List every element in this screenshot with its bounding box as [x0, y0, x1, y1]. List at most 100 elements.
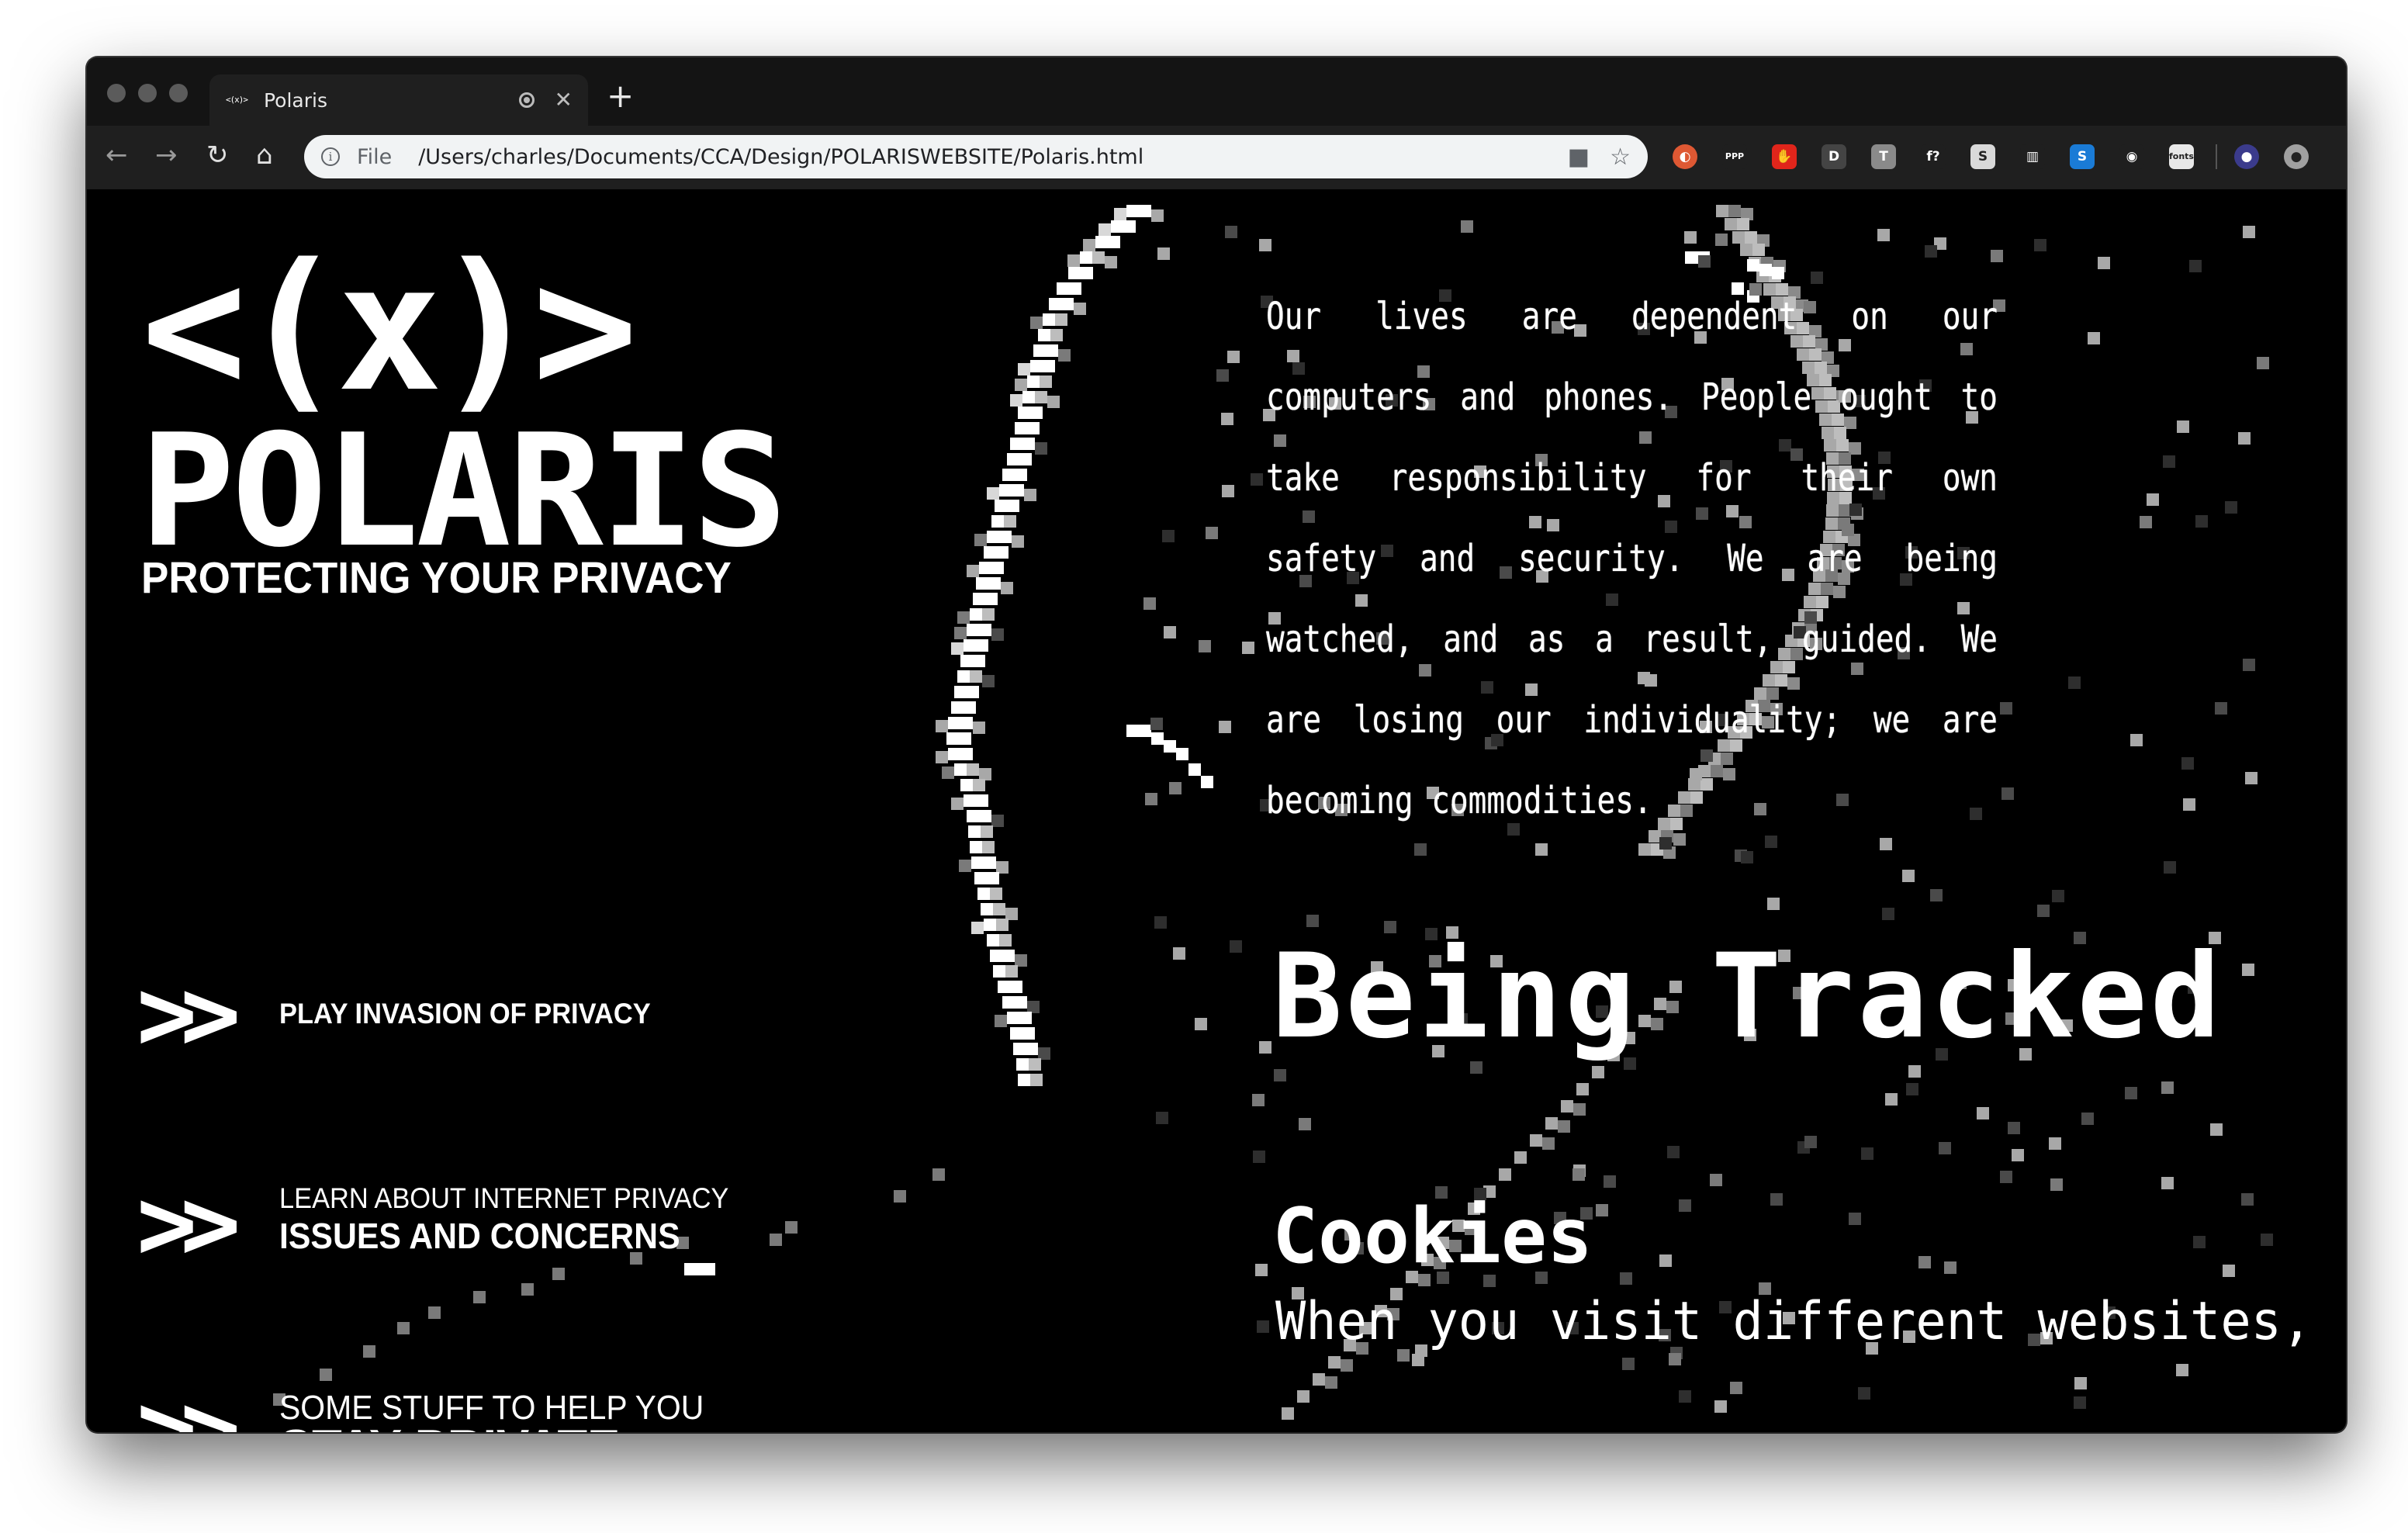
pixel-block	[991, 515, 1004, 528]
reload-icon[interactable]: ↻	[206, 140, 229, 171]
update-icon[interactable]: ●	[2284, 144, 2309, 169]
pixel-block	[1219, 721, 1231, 733]
font-finder-icon[interactable]: f?	[1921, 144, 1946, 169]
zoom-window-button[interactable]	[169, 84, 188, 102]
pixel-block	[1861, 1147, 1873, 1160]
pixel-block	[2193, 1236, 2206, 1248]
pixel-block	[1145, 793, 1157, 805]
pixel-block	[2241, 1193, 2254, 1206]
pixel-block	[982, 608, 995, 621]
s-blue-icon[interactable]: S	[2070, 144, 2095, 169]
pixel-block	[1679, 1199, 1691, 1212]
pixel-block	[999, 484, 1012, 497]
pixel-block	[1058, 349, 1071, 362]
pixel-block	[1047, 396, 1060, 408]
pixel-block	[936, 720, 948, 732]
pixel-block	[1027, 375, 1040, 388]
pixel-block	[1514, 1151, 1527, 1164]
minimize-window-button[interactable]	[138, 84, 157, 102]
pixel-block	[2037, 905, 2050, 917]
nav-stay-private[interactable]: >> SOME STUFF TO HELP YOU STAY PRIVATE	[137, 1378, 726, 1432]
tab-polaris[interactable]: <(x)> Polaris ✕	[209, 74, 588, 126]
pixel-block	[991, 628, 1004, 641]
home-icon[interactable]: ⌂	[256, 140, 273, 171]
pixel-block	[2183, 798, 2195, 811]
pixel-block	[973, 593, 985, 605]
ppp-icon[interactable]: PPP	[1722, 144, 1747, 169]
pixel-block	[1216, 369, 1229, 382]
pixel-block	[1007, 453, 1019, 465]
pixel-block	[1169, 782, 1182, 794]
back-arrow-icon[interactable]: ←	[106, 140, 128, 171]
new-tab-button[interactable]: +	[607, 79, 634, 113]
pixel-block	[1040, 375, 1052, 388]
pixel-block	[1176, 748, 1188, 760]
pixel-block	[2088, 332, 2100, 344]
lips-icon[interactable]: ◉	[2119, 144, 2144, 169]
site-info-icon[interactable]: i	[321, 147, 340, 166]
intro-paragraph: Our lives are dependent on our computers…	[1266, 295, 1998, 822]
fonts-icon[interactable]: fonts	[2169, 144, 2194, 169]
pixel-block	[995, 500, 1007, 512]
pixel-block	[1018, 1074, 1030, 1086]
bookmark-star-icon[interactable]: ☆	[1610, 144, 1631, 171]
pixel-block	[2215, 702, 2227, 715]
pixel-block	[967, 763, 979, 776]
pixel-block	[987, 531, 999, 543]
pixel-block	[964, 794, 976, 807]
pixel-block	[1572, 1168, 1585, 1181]
polaris-logo-icon: <(x)>	[141, 227, 638, 431]
pixel-block	[1081, 267, 1093, 279]
pixel-block	[1341, 1359, 1353, 1372]
columns-icon[interactable]: ▥	[2020, 144, 2045, 169]
pixel-block	[1083, 239, 1095, 251]
pixel-block	[1576, 1083, 1589, 1095]
url-text[interactable]: /Users/charles/Documents/CCA/Design/POLA…	[418, 145, 1548, 169]
pixel-block	[951, 798, 964, 810]
pixel-block	[1592, 1066, 1604, 1078]
site-logo-wordmark[interactable]: POLARIS	[140, 414, 787, 569]
hand-icon[interactable]: ✋	[1772, 144, 1797, 169]
pixel-block	[964, 701, 976, 714]
pixel-block	[1730, 1382, 1742, 1394]
pixel-block	[1728, 205, 1741, 217]
pixel-block	[970, 841, 982, 853]
pixel-block	[964, 639, 976, 652]
subsection-heading: Cookies	[1272, 1192, 1593, 1281]
pixel-block	[2164, 861, 2176, 874]
forward-arrow-icon[interactable]: →	[155, 140, 178, 171]
pixel-block	[1725, 218, 1737, 230]
d-icon[interactable]: D	[1822, 144, 1846, 169]
camera-icon[interactable]: ■	[1568, 144, 1590, 171]
pixel-block	[1108, 236, 1120, 248]
pixel-block	[2008, 1122, 2020, 1134]
pixel-block	[960, 717, 973, 729]
pixel-block	[2161, 1081, 2174, 1094]
pixel-block	[999, 531, 1012, 543]
t-icon[interactable]: T	[1871, 144, 1896, 169]
pixel-block	[1740, 244, 1752, 256]
polaris-favicon-icon: <(x)>	[225, 95, 248, 105]
section-body-text: When you visit different websites,	[1275, 1291, 2313, 1352]
pixel-block	[1902, 870, 1915, 882]
pixel-block	[1930, 889, 1943, 901]
pixel-block	[1242, 642, 1254, 654]
profile-icon[interactable]: ●	[2234, 144, 2259, 169]
address-bar[interactable]: i File /Users/charles/Documents/CCA/Desi…	[304, 135, 1648, 178]
pixel-block	[974, 872, 987, 884]
nav-learn-privacy[interactable]: >> LEARN ABOUT INTERNET PRIVACY ISSUES A…	[137, 1173, 728, 1274]
close-tab-icon[interactable]: ✕	[555, 89, 573, 111]
pixel-block	[1882, 908, 1894, 920]
duckduckgo-icon[interactable]: ◐	[1673, 144, 1697, 169]
pixel-block	[2210, 1123, 2223, 1136]
pixel-block	[959, 860, 971, 872]
pixel-block	[1604, 1175, 1616, 1188]
pixel-block	[1150, 718, 1163, 730]
pixel-block	[999, 934, 1012, 946]
close-window-button[interactable]	[107, 84, 126, 102]
pixel-block	[1173, 947, 1185, 960]
pixel-block	[2147, 493, 2159, 506]
s-icon[interactable]: S	[1970, 144, 1995, 169]
nav-play-game[interactable]: >> PLAY INVASION OF PRIVACY	[137, 964, 726, 1068]
page-content: <(x)> POLARIS PROTECTING YOUR PRIVACY >>…	[87, 189, 2346, 1432]
